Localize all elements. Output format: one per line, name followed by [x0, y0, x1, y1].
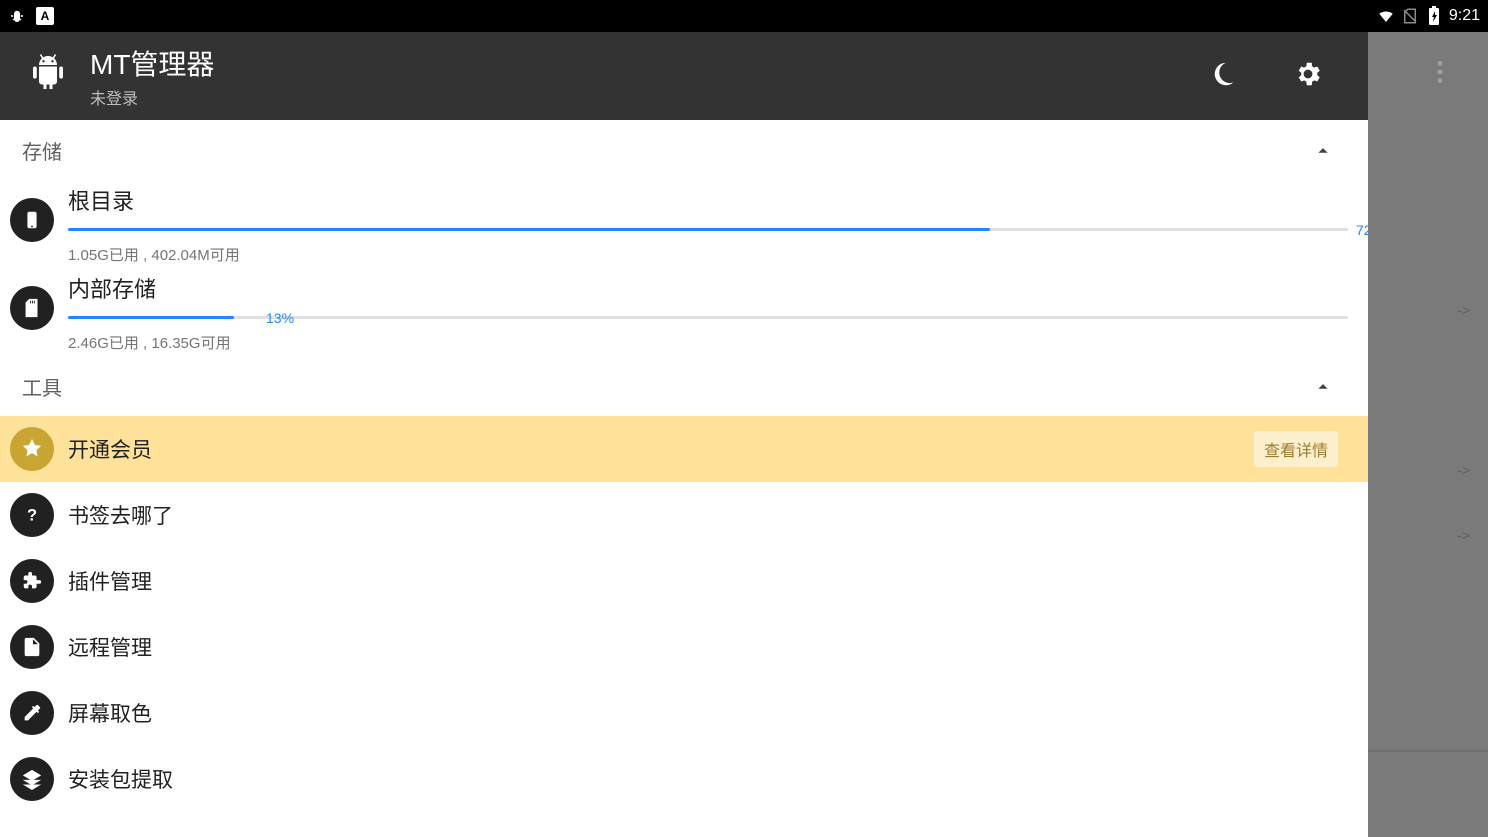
file-icon: [10, 625, 54, 669]
pane-divider: [1368, 750, 1488, 752]
bug-icon: [8, 7, 26, 25]
background-file-pane[interactable]: -> -> ->: [1368, 32, 1488, 837]
settings-button[interactable]: [1278, 32, 1338, 120]
battery-charging-icon: [1425, 7, 1443, 25]
tool-item-vip[interactable]: 开通会员 查看详情: [0, 416, 1368, 482]
clock-text: 9:21: [1449, 7, 1480, 25]
section-label: 存储: [22, 136, 62, 165]
tool-item-apk-extract[interactable]: 安装包提取: [0, 746, 1368, 812]
no-sim-icon: [1401, 7, 1419, 25]
more-vert-icon: [1436, 59, 1444, 90]
chevron-up-icon: [1308, 371, 1338, 401]
plugin-icon: [10, 559, 54, 603]
tool-item-color-picker[interactable]: 屏幕取色: [0, 680, 1368, 746]
overflow-menu-button[interactable]: [1420, 54, 1460, 94]
android-statusbar: A 9:21: [0, 0, 1488, 32]
storage-detail: 1.05G已用 , 402.04M可用: [68, 244, 1338, 265]
storage-percent: 13%: [266, 310, 294, 326]
vip-badge-icon: [10, 427, 54, 471]
symlink-arrow-icon: ->: [1457, 527, 1470, 543]
tool-label: 开通会员: [68, 434, 152, 464]
help-icon: ?: [10, 493, 54, 537]
tool-label: 远程管理: [68, 632, 152, 662]
storage-progress-bar: [68, 228, 1348, 231]
tool-label: 书签去哪了: [68, 500, 173, 530]
login-status[interactable]: 未登录: [90, 85, 214, 109]
storage-item-internal[interactable]: 内部存储 13% 2.46G已用 , 16.35G可用: [0, 268, 1368, 356]
eyedropper-icon: [10, 691, 54, 735]
symlink-arrow-icon: ->: [1457, 302, 1470, 318]
layers-icon: [10, 757, 54, 801]
ime-indicator-icon: A: [36, 7, 54, 25]
storage-title: 根目录: [68, 184, 1338, 216]
storage-percent: 72%: [1356, 222, 1368, 238]
storage-detail: 2.46G已用 , 16.35G可用: [68, 332, 1338, 353]
wifi-icon: [1377, 7, 1395, 25]
navigation-drawer: 存储 根目录 72% 1.05G已用 , 402.04M可用 内部存储 13% …: [0, 120, 1368, 837]
tool-item-remote[interactable]: 远程管理: [0, 614, 1368, 680]
sdcard-icon: [10, 286, 54, 330]
storage-progress-bar: [68, 316, 1348, 319]
phone-icon: [10, 198, 54, 242]
section-label: 工具: [22, 372, 62, 401]
vip-detail-badge[interactable]: 查看详情: [1254, 431, 1338, 467]
section-header-tools[interactable]: 工具: [0, 356, 1368, 416]
tool-label: 安装包提取: [68, 764, 173, 794]
gear-icon: [1293, 59, 1323, 94]
chevron-up-icon: [1308, 135, 1338, 165]
svg-text:?: ?: [27, 507, 37, 525]
symlink-arrow-icon: ->: [1457, 462, 1470, 478]
android-robot-icon: [30, 54, 66, 99]
moon-icon: [1211, 59, 1241, 94]
storage-item-root[interactable]: 根目录 72% 1.05G已用 , 402.04M可用: [0, 180, 1368, 268]
tool-label: 插件管理: [68, 566, 152, 596]
app-title: MT管理器: [90, 43, 214, 83]
app-header: MT管理器 未登录: [0, 32, 1368, 120]
tool-item-bookmark-help[interactable]: ? 书签去哪了: [0, 482, 1368, 548]
section-header-storage[interactable]: 存储: [0, 120, 1368, 180]
tool-label: 屏幕取色: [68, 698, 152, 728]
tool-item-plugin[interactable]: 插件管理: [0, 548, 1368, 614]
night-mode-button[interactable]: [1196, 32, 1256, 120]
storage-title: 内部存储: [68, 272, 1338, 304]
